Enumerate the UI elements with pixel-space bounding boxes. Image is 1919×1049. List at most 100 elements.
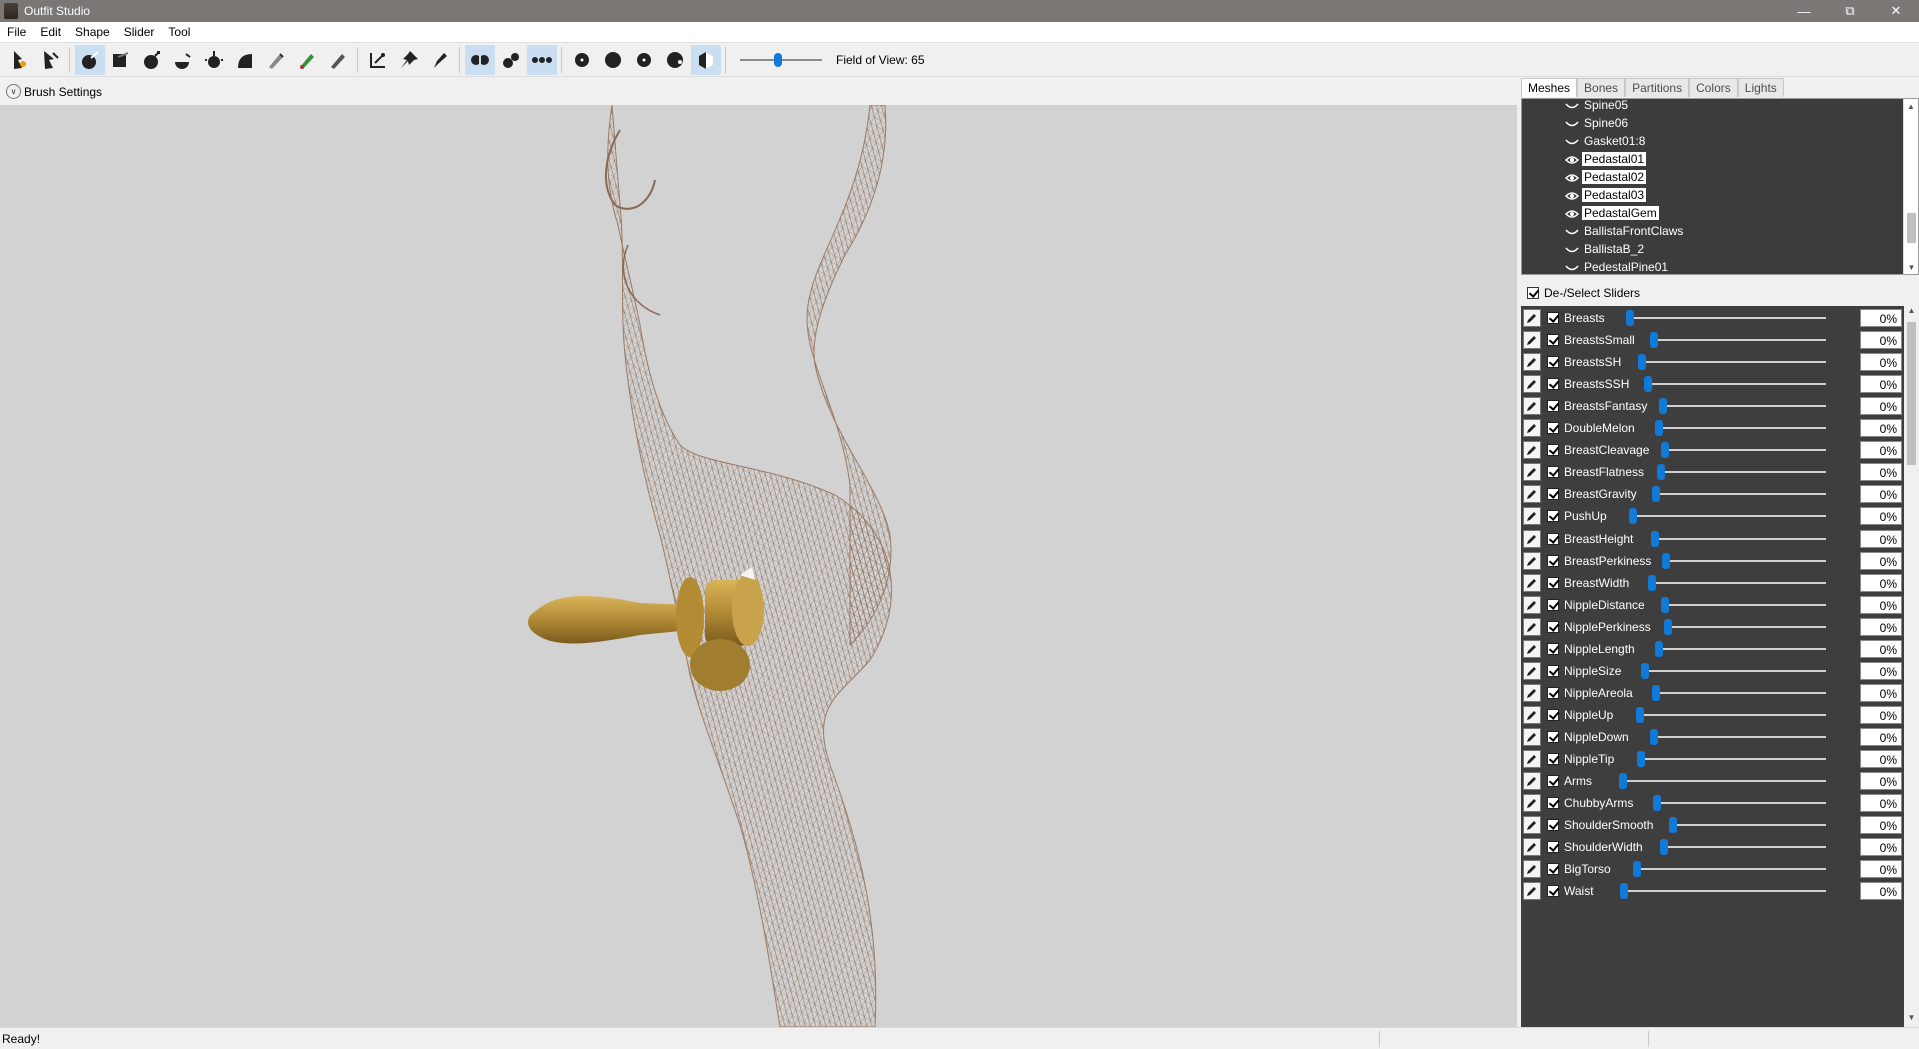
slider-value[interactable]: 0% [1860, 639, 1902, 658]
slider-edit-button[interactable] [1523, 617, 1541, 636]
slider-edit-button[interactable] [1523, 705, 1541, 724]
deselect-sliders[interactable]: De-/Select Sliders [1521, 282, 1919, 304]
slider-checkbox[interactable] [1547, 378, 1559, 391]
3d-viewport[interactable] [0, 105, 1517, 1027]
slider-edit-button[interactable] [1523, 639, 1541, 658]
eye-hidden-icon[interactable] [1565, 136, 1579, 146]
slider-value[interactable]: 0% [1860, 419, 1902, 438]
slider-track[interactable] [1638, 713, 1826, 716]
slider-track[interactable] [1654, 493, 1826, 496]
slider-thumb[interactable] [1659, 398, 1667, 415]
slider-checkbox[interactable] [1547, 422, 1559, 435]
slider-value[interactable]: 0% [1860, 551, 1902, 570]
tab-partitions[interactable]: Partitions [1625, 78, 1690, 97]
slider-track[interactable] [1621, 780, 1826, 783]
mesh-tree-scroll-thumb[interactable] [1907, 213, 1916, 243]
slider-edit-button[interactable] [1523, 816, 1541, 835]
slider-value[interactable]: 0% [1860, 331, 1902, 350]
slider-edit-button[interactable] [1523, 860, 1541, 879]
slider-value[interactable]: 0% [1860, 750, 1902, 768]
mesh-tree[interactable]: Spine05 Spine06 Gasket01:8 Pedastal01 Pedast… [1521, 98, 1919, 275]
eye-hidden-icon[interactable] [1565, 262, 1579, 272]
brush-size-1-button[interactable] [567, 45, 597, 75]
slider-checkbox[interactable] [1547, 466, 1559, 479]
x-mirror-button[interactable] [464, 44, 495, 75]
select-tool-button[interactable] [4, 45, 34, 75]
slider-checkbox[interactable] [1547, 334, 1559, 347]
slider-track[interactable] [1663, 603, 1826, 606]
slider-thumb[interactable] [1650, 728, 1658, 745]
slider-edit-button[interactable] [1523, 529, 1541, 548]
slider-value[interactable]: 0% [1860, 705, 1902, 724]
slider-thumb[interactable] [1652, 486, 1660, 503]
mesh-tree-item[interactable]: BallistaB_2 [1522, 240, 1905, 258]
slider-track[interactable] [1653, 537, 1826, 540]
slider-value[interactable]: 0% [1860, 309, 1902, 327]
slider-checkbox[interactable] [1547, 686, 1559, 699]
slider-edit-button[interactable] [1523, 331, 1541, 350]
menu-tool[interactable]: Tool [161, 22, 197, 43]
slider-checkbox[interactable] [1547, 444, 1559, 457]
slider-value[interactable]: 0% [1860, 794, 1902, 813]
close-button[interactable]: ✕ [1873, 0, 1919, 22]
slider-value[interactable]: 0% [1860, 573, 1902, 592]
slider-checkbox[interactable] [1547, 312, 1559, 324]
scroll-up-icon[interactable]: ▲ [1904, 99, 1918, 113]
deflate-brush-button[interactable] [168, 45, 198, 75]
slider-edit-button[interactable] [1523, 595, 1541, 614]
slider-edit-button[interactable] [1523, 309, 1541, 327]
tab-meshes[interactable]: Meshes [1521, 78, 1578, 97]
fov-slider-thumb[interactable] [774, 52, 782, 67]
menu-shape[interactable]: Shape [68, 22, 117, 43]
mesh-tree-item[interactable]: PedestalPine01 [1522, 258, 1905, 274]
slider-track[interactable] [1639, 758, 1826, 760]
slider-value[interactable]: 0% [1860, 727, 1902, 746]
slider-value[interactable]: 0% [1860, 441, 1902, 460]
slider-value[interactable]: 0% [1860, 507, 1902, 526]
slider-thumb[interactable] [1636, 706, 1644, 723]
scroll-up-icon[interactable]: ▲ [1904, 306, 1919, 320]
eye-visible-icon[interactable] [1564, 190, 1580, 200]
slider-value[interactable]: 0% [1860, 485, 1902, 504]
mesh-tree-item[interactable]: BallistaFrontClaws [1522, 222, 1905, 240]
slider-thumb[interactable] [1657, 464, 1665, 481]
slider-checkbox[interactable] [1547, 841, 1559, 854]
slider-track[interactable] [1661, 405, 1826, 408]
slider-edit-button[interactable] [1523, 485, 1541, 504]
chevron-down-icon[interactable]: ∨ [6, 84, 21, 99]
slider-value[interactable]: 0% [1860, 860, 1902, 879]
mesh-tree-item[interactable]: PedastalGem [1522, 204, 1905, 222]
slider-checkbox[interactable] [1547, 554, 1559, 567]
slider-value[interactable]: 0% [1860, 661, 1902, 680]
slider-edit-button[interactable] [1523, 397, 1541, 416]
collapse-vertex-button[interactable] [363, 45, 393, 75]
global-brush-button[interactable] [526, 44, 557, 75]
eye-hidden-icon[interactable] [1565, 100, 1579, 110]
slider-edit-button[interactable] [1523, 375, 1541, 394]
slider-thumb[interactable] [1664, 618, 1672, 635]
mesh-tree-item[interactable]: Pedastal03 [1522, 186, 1905, 204]
slider-value[interactable]: 0% [1860, 463, 1902, 482]
mesh-tree-item[interactable]: Gasket01:8 [1522, 132, 1905, 150]
slider-thumb[interactable] [1648, 574, 1656, 591]
inflate-brush-button[interactable] [137, 45, 167, 75]
slider-track[interactable] [1655, 802, 1826, 805]
slider-track[interactable] [1652, 339, 1826, 342]
slider-checkbox[interactable] [1547, 730, 1559, 743]
mesh-tree-item[interactable]: Pedastal01 [1522, 150, 1905, 168]
slider-track[interactable] [1646, 383, 1826, 386]
color-brush-button[interactable] [292, 45, 322, 75]
slider-edit-button[interactable] [1523, 772, 1541, 791]
slider-thumb[interactable] [1662, 552, 1670, 569]
smooth-brush-button[interactable] [230, 45, 260, 75]
slider-thumb[interactable] [1620, 883, 1628, 900]
menu-slider[interactable]: Slider [117, 22, 162, 43]
slider-value[interactable]: 0% [1860, 882, 1902, 901]
standard-brush-button[interactable] [74, 44, 105, 75]
slider-checkbox[interactable] [1547, 620, 1559, 633]
scroll-down-icon[interactable]: ▼ [1904, 260, 1918, 274]
slider-checkbox[interactable] [1547, 708, 1559, 721]
slider-value[interactable]: 0% [1860, 397, 1902, 416]
slider-edit-button[interactable] [1523, 683, 1541, 702]
slider-thumb[interactable] [1626, 310, 1634, 326]
